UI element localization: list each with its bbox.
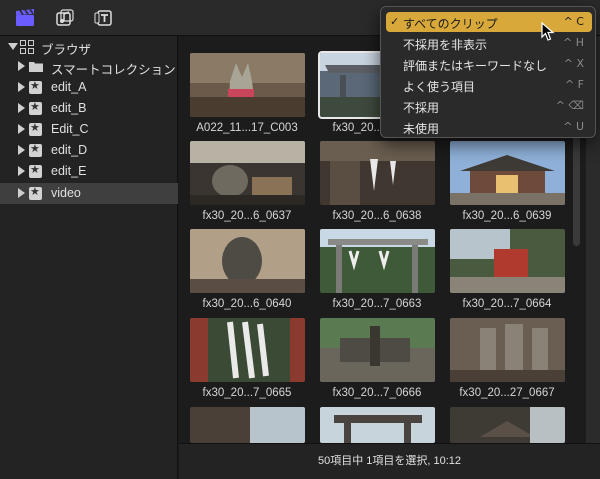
clip-name: fx30_20...6_0638 — [332, 210, 422, 222]
menu-item-label: よく使う項目 — [403, 80, 476, 94]
status-bar: 50項目中 1項目を選択, 10:12 — [179, 443, 600, 479]
menu-item-label: 評価またはキーワードなし — [403, 59, 548, 73]
menu-item-no-ratings-or-keywords[interactable]: 評価またはキーワードなし ^ X — [386, 54, 592, 74]
clip-name: fx30_20...27_0667 — [459, 387, 555, 399]
clip-thumbnail[interactable] — [320, 141, 435, 205]
keyword-star-icon — [29, 121, 42, 136]
clip-thumbnail[interactable] — [320, 229, 435, 293]
menu-item-shortcut: ^ F — [564, 78, 584, 91]
clip-thumbnail[interactable] — [190, 229, 305, 293]
sidebar-item-label: Edit_C — [51, 122, 89, 136]
clip-thumbnail[interactable] — [450, 407, 565, 443]
sidebar-item-edit-c[interactable]: Edit_C — [0, 119, 178, 140]
menu-item-rejected[interactable]: 不採用 ^ ⌫ — [386, 96, 592, 116]
menu-item-shortcut: ^ U — [563, 120, 584, 133]
sidebar-item-video[interactable]: video — [0, 183, 178, 204]
mouse-cursor-icon — [541, 22, 555, 41]
menu-item-label: 不採用 — [403, 101, 440, 115]
menu-item-label: 未使用 — [403, 122, 440, 136]
keyword-star-icon — [29, 100, 42, 115]
clip-thumbnail[interactable] — [190, 318, 305, 382]
clip-thumbnail[interactable] — [450, 141, 565, 205]
clip-name: fx30_20...7_0666 — [332, 387, 422, 399]
disclosure-triangle-icon[interactable] — [18, 188, 25, 198]
titles-icon[interactable] — [94, 9, 114, 27]
menu-item-shortcut: ^ ⌫ — [555, 99, 584, 112]
clip-thumbnail[interactable] — [450, 229, 565, 293]
disclosure-triangle-icon[interactable] — [8, 43, 18, 50]
clip-name: fx30_20...7_0664 — [462, 298, 552, 310]
checkmark-icon: ✓ — [390, 15, 400, 28]
sidebar-item-label: video — [51, 186, 81, 200]
disclosure-triangle-icon[interactable] — [18, 166, 25, 176]
keyword-star-icon — [29, 142, 42, 157]
menu-item-unused[interactable]: 未使用 ^ U — [386, 117, 592, 137]
clapper-icon[interactable] — [15, 9, 35, 27]
sidebar-item-smart-collections[interactable]: スマートコレクション — [0, 56, 178, 77]
sidebar-item-label: edit_D — [51, 143, 88, 157]
folder-icon — [29, 62, 43, 72]
clip-thumbnail[interactable] — [190, 53, 305, 117]
menu-item-label: 不採用を非表示 — [403, 38, 488, 52]
keyword-star-icon — [29, 163, 42, 178]
sidebar-item-edit-d[interactable]: edit_D — [0, 140, 178, 161]
disclosure-triangle-icon[interactable] — [18, 124, 25, 134]
sidebar-item-edit-b[interactable]: edit_B — [0, 98, 178, 119]
browser-root-row[interactable]: ブラウザ — [0, 36, 178, 57]
scrollbar-thumb[interactable] — [573, 136, 580, 246]
clip-filter-menu: ✓ すべてのクリップ ^ C 不採用を非表示 ^ H 評価またはキーワードなし … — [380, 6, 596, 138]
clip-name: fx30_20...6_0637 — [202, 210, 292, 222]
sidebar-item-label: edit_E — [51, 164, 87, 178]
clip-name: A022_11...17_C003 — [196, 122, 298, 134]
grid-icon — [20, 40, 34, 54]
keyword-star-icon — [29, 79, 42, 94]
sidebar-item-edit-e[interactable]: edit_E — [0, 161, 178, 182]
clip-name: fx30_20...6_0640 — [202, 298, 292, 310]
disclosure-triangle-icon[interactable] — [18, 82, 25, 92]
sidebar-item-label: edit_B — [51, 101, 87, 115]
menu-item-hide-rejected[interactable]: 不採用を非表示 ^ H — [386, 33, 592, 53]
keyword-star-icon — [29, 185, 42, 200]
clip-thumbnail[interactable] — [190, 141, 305, 205]
menu-item-favorites[interactable]: よく使う項目 ^ F — [386, 75, 592, 95]
library-sidebar: ブラウザ スマートコレクション edit_A edit_B Edit_C edi… — [0, 36, 178, 479]
sidebar-item-label: edit_A — [51, 80, 87, 94]
clip-thumbnail[interactable] — [320, 318, 435, 382]
disclosure-triangle-icon[interactable] — [18, 61, 25, 71]
menu-item-label: すべてのクリップ — [403, 17, 498, 31]
selection-status: 50項目中 1項目を選択, 10:12 — [317, 455, 462, 467]
menu-item-all-clips[interactable]: ✓ すべてのクリップ ^ C — [386, 12, 592, 32]
menu-item-shortcut: ^ X — [563, 57, 584, 70]
clip-name: fx30_20...7_0665 — [202, 387, 292, 399]
clip-name: fx30_20...6_0639 — [462, 210, 552, 222]
sidebar-item-label: スマートコレクション — [51, 63, 176, 77]
clip-thumbnail[interactable] — [450, 318, 565, 382]
music-icon[interactable] — [55, 9, 75, 27]
menu-item-shortcut: ^ C — [563, 15, 584, 28]
sidebar-item-edit-a[interactable]: edit_A — [0, 77, 178, 98]
clip-thumbnail[interactable] — [190, 407, 305, 443]
clip-name: fx30_20...7_0663 — [332, 298, 422, 310]
disclosure-triangle-icon[interactable] — [18, 103, 25, 113]
clip-thumbnail[interactable] — [320, 407, 435, 443]
disclosure-triangle-icon[interactable] — [18, 145, 25, 155]
menu-item-shortcut: ^ H — [563, 36, 584, 49]
